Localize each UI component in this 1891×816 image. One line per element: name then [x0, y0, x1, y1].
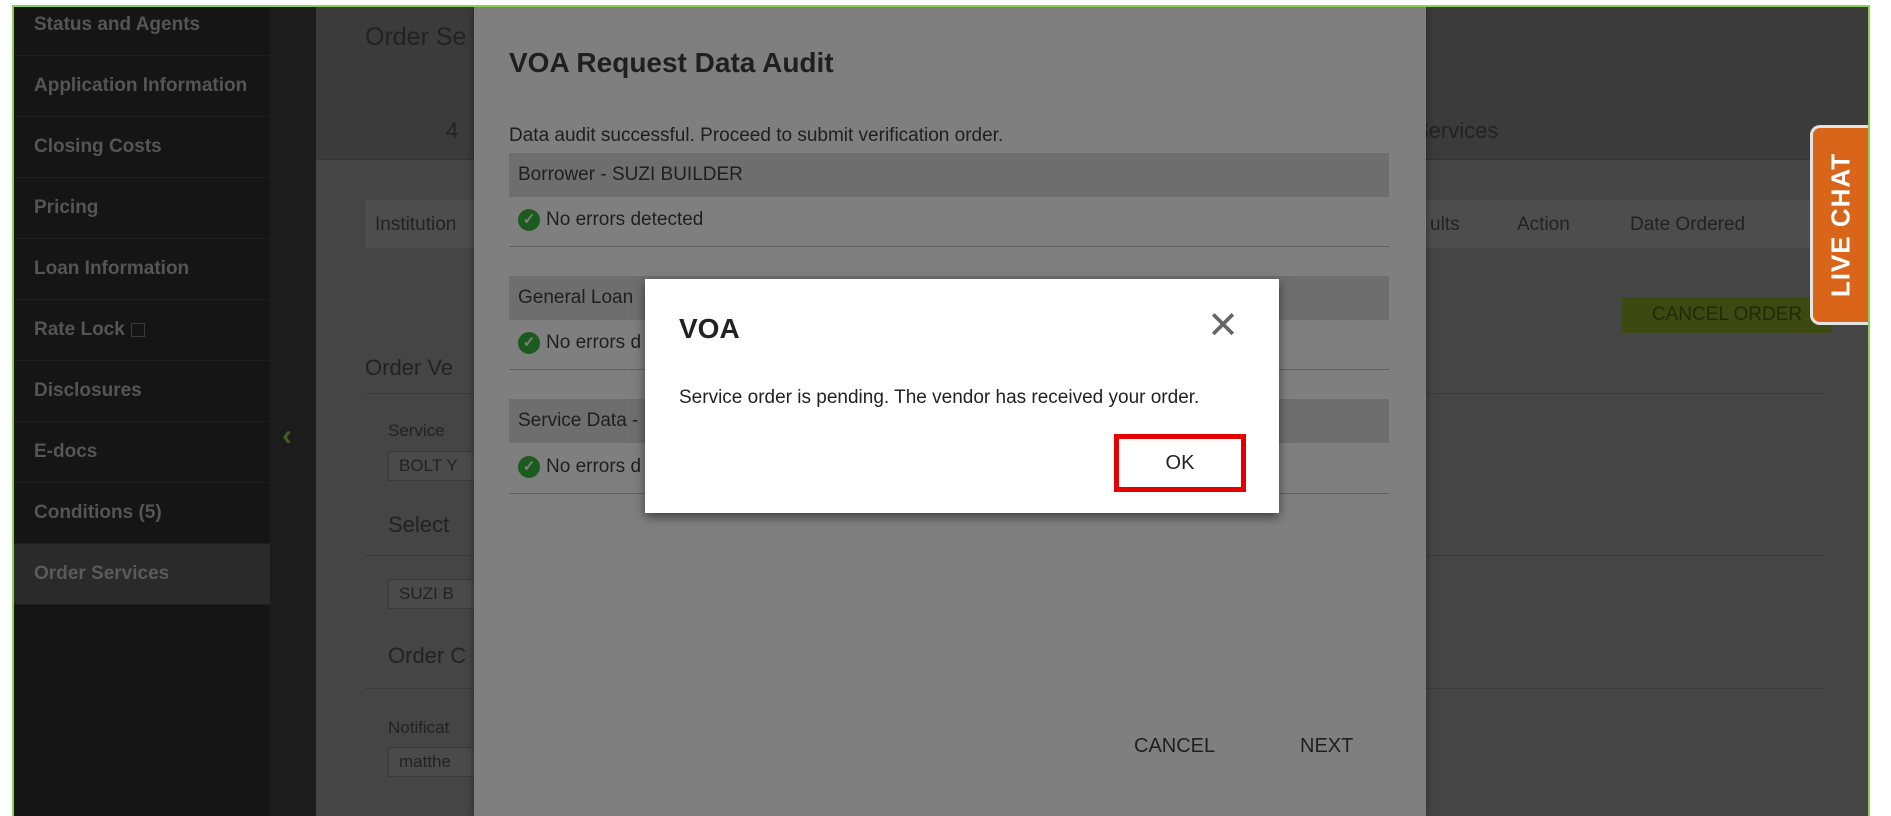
check-circle-icon: ✓ — [518, 209, 540, 231]
column-results: ults — [1430, 214, 1460, 235]
divider — [509, 246, 1389, 247]
live-chat-label: LIVE CHAT — [1825, 152, 1855, 298]
section-title: Borrower - SUZI BUILDER — [518, 164, 743, 185]
service-label: Service — [388, 421, 445, 440]
header-services-label: Services — [1414, 118, 1499, 143]
sidebar-item-label: Disclosures — [34, 380, 142, 401]
check-circle-icon: ✓ — [518, 332, 540, 354]
cancel-order-button[interactable]: CANCEL ORDER — [1622, 297, 1832, 333]
sidebar-item-label: Pricing — [34, 197, 99, 218]
status-text: No errors d — [546, 456, 642, 478]
column-institution: Institution — [375, 214, 457, 235]
status-text: No errors d — [546, 332, 642, 354]
sidebar-item-conditions[interactable]: Conditions (5) — [14, 483, 270, 544]
notification-label: Notificat — [388, 718, 450, 737]
order-verification-heading: Order Ve — [365, 355, 454, 380]
page-title: Order Se — [365, 23, 467, 51]
voa-dialog-message: Service order is pending. The vendor has… — [679, 387, 1200, 408]
sidebar-item-label: Loan Information — [34, 258, 190, 279]
audit-section-status: ✓ No errors d — [518, 332, 641, 354]
voa-dialog-title: VOA — [679, 313, 740, 344]
voa-dialog: VOA ✕ Service order is pending. The vend… — [645, 279, 1279, 513]
ok-button[interactable]: OK — [1114, 434, 1246, 492]
sidebar-item-label: Rate Lock — [34, 319, 125, 340]
app-window: Status and Agents Application Informatio… — [12, 5, 1870, 816]
sidebar-item-loan-information[interactable]: Loan Information — [14, 239, 270, 300]
check-circle-icon: ✓ — [518, 456, 540, 478]
audit-modal-subtitle: Data audit successful. Proceed to submit… — [509, 125, 1004, 146]
live-chat-tab[interactable]: LIVE CHAT — [1810, 125, 1868, 325]
audit-section-status: ✓ No errors d — [518, 456, 641, 478]
external-link-icon — [130, 322, 145, 337]
sidebar-item-status-and-agents[interactable]: Status and Agents — [14, 7, 270, 56]
sidebar-item-e-docs[interactable]: E-docs — [14, 422, 270, 483]
sidebar-collapse-strip[interactable]: ‹ — [270, 7, 316, 816]
sidebar-item-rate-lock[interactable]: Rate Lock — [14, 300, 270, 361]
audit-section-status: ✓ No errors detected — [518, 209, 703, 231]
sidebar-item-disclosures[interactable]: Disclosures — [14, 361, 270, 422]
sidebar-item-closing-costs[interactable]: Closing Costs — [14, 117, 270, 178]
sidebar: Status and Agents Application Informatio… — [14, 7, 270, 816]
cancel-button[interactable]: CANCEL — [1134, 735, 1215, 758]
sidebar-item-label: Closing Costs — [34, 136, 162, 157]
sidebar-item-order-services[interactable]: Order Services — [14, 544, 270, 605]
sidebar-item-application-information[interactable]: Application Information — [14, 56, 270, 117]
sidebar-item-label: Order Services — [34, 563, 170, 584]
close-icon[interactable]: ✕ — [1207, 307, 1239, 345]
order-contact-heading: Order C — [388, 643, 467, 668]
sidebar-item-label: Status and Agents — [34, 14, 201, 35]
select-heading: Select — [388, 512, 450, 537]
sidebar-item-label: Application Information — [34, 75, 248, 96]
sidebar-item-label: E-docs — [34, 441, 98, 462]
next-button[interactable]: NEXT — [1300, 735, 1353, 758]
section-title: Service Data - — [518, 410, 639, 431]
sidebar-item-label: Conditions (5) — [34, 502, 162, 523]
column-date-ordered: Date Ordered — [1630, 214, 1746, 235]
audit-section-header-borrower: Borrower - SUZI BUILDER — [509, 153, 1389, 197]
sidebar-item-pricing[interactable]: Pricing — [14, 178, 270, 239]
chevron-left-icon[interactable]: ‹ — [282, 419, 292, 453]
header-step-number: 4 — [446, 118, 459, 143]
section-title: General Loan — [518, 287, 634, 308]
column-action: Action — [1517, 214, 1570, 235]
audit-modal-title: VOA Request Data Audit — [509, 47, 834, 78]
status-text: No errors detected — [546, 209, 704, 231]
